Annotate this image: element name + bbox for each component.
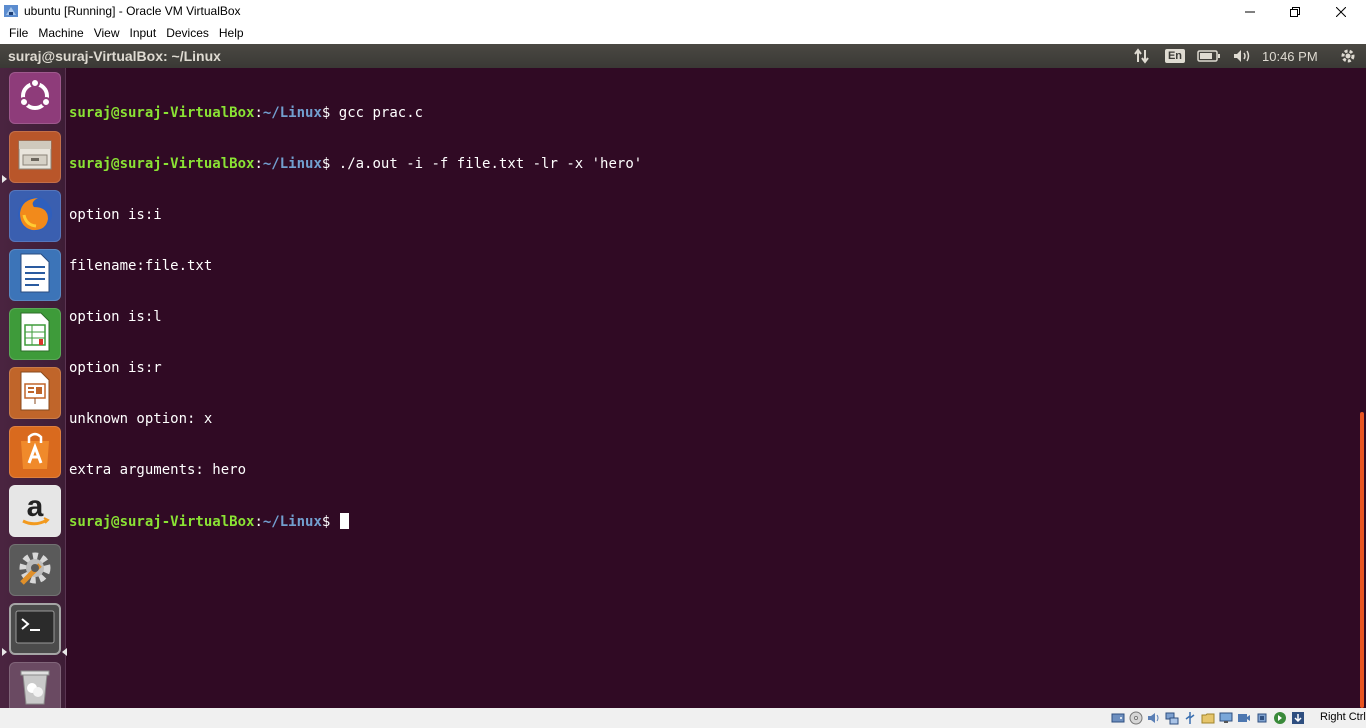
- launcher-files[interactable]: [9, 131, 61, 183]
- menu-help[interactable]: Help: [214, 23, 249, 44]
- running-indicator: [2, 175, 7, 183]
- prompt-separator: :: [254, 156, 263, 172]
- menu-machine[interactable]: Machine: [33, 23, 88, 44]
- prompt-separator: :: [254, 105, 263, 121]
- restore-button[interactable]: [1272, 0, 1318, 23]
- amazon-icon: a: [17, 489, 53, 534]
- prompt-symbol: $: [321, 105, 331, 121]
- shared-folders-icon[interactable]: [1200, 710, 1216, 726]
- terminal-line: suraj@suraj-VirtualBox:~/Linux$ ./a.out …: [69, 156, 1359, 173]
- output-line: option is:r: [69, 360, 162, 376]
- launcher-system-settings[interactable]: [9, 544, 61, 596]
- output-line: option is:i: [69, 207, 162, 223]
- usb-icon[interactable]: [1182, 710, 1198, 726]
- status-icons: [1110, 710, 1306, 726]
- terminal-line: suraj@suraj-VirtualBox:~/Linux$ gcc prac…: [69, 105, 1359, 122]
- launcher-terminal[interactable]: [9, 603, 61, 655]
- output-line: option is:l: [69, 309, 162, 325]
- unity-launcher: a: [0, 68, 67, 708]
- minimize-button[interactable]: [1227, 0, 1273, 23]
- guest-screen: suraj@suraj-VirtualBox: ~/Linux En 10:46…: [0, 44, 1366, 708]
- terminal-icon: [14, 609, 56, 650]
- svg-text:a: a: [27, 490, 44, 523]
- command-text: ./a.out -i -f file.txt -lr -x 'hero': [338, 156, 643, 172]
- clock[interactable]: 10:46 PM: [1262, 47, 1332, 65]
- close-button[interactable]: [1318, 0, 1364, 23]
- session-gear-icon[interactable]: [1338, 47, 1358, 65]
- libreoffice-impress-icon: [17, 370, 53, 417]
- prompt-symbol: $: [321, 514, 331, 530]
- libreoffice-writer-icon: [17, 252, 53, 299]
- terminal-output[interactable]: suraj@suraj-VirtualBox:~/Linux$ gcc prac…: [69, 71, 1359, 701]
- keyboard-language-indicator[interactable]: En: [1164, 47, 1186, 65]
- launcher-amazon[interactable]: a: [9, 485, 61, 537]
- host-status-bar: Right Ctrl: [0, 708, 1366, 728]
- system-settings-icon: [14, 547, 56, 594]
- prompt-path: ~/Linux: [262, 514, 322, 530]
- display-icon[interactable]: [1218, 710, 1234, 726]
- menu-input[interactable]: Input: [125, 23, 162, 44]
- trash-icon: [17, 666, 53, 709]
- launcher-impress[interactable]: [9, 367, 61, 419]
- menu-view[interactable]: View: [89, 23, 125, 44]
- active-window-title: suraj@suraj-VirtualBox: ~/Linux: [8, 48, 221, 64]
- terminal-cursor: [339, 513, 349, 529]
- output-line: extra arguments: hero: [69, 462, 247, 478]
- launcher-calc[interactable]: [9, 308, 61, 360]
- launcher-dash[interactable]: [9, 72, 61, 124]
- files-icon: [15, 135, 55, 180]
- ubuntu-top-panel: suraj@suraj-VirtualBox: ~/Linux En 10:46…: [0, 44, 1366, 68]
- prompt-user-host: suraj@suraj-VirtualBox: [69, 105, 255, 121]
- optical-drive-icon[interactable]: [1128, 710, 1144, 726]
- host-key-label: Right Ctrl: [1320, 711, 1366, 723]
- hard-disk-icon[interactable]: [1110, 710, 1126, 726]
- scrollbar-thumb[interactable]: [1360, 412, 1364, 708]
- host-menu-bar: File Machine View Input Devices Help: [0, 23, 1366, 44]
- libreoffice-calc-icon: [17, 311, 53, 358]
- launcher-writer[interactable]: [9, 249, 61, 301]
- cpu-icon[interactable]: [1254, 710, 1270, 726]
- prompt-user-host: suraj@suraj-VirtualBox: [69, 514, 255, 530]
- launcher-firefox[interactable]: [9, 190, 61, 242]
- keyboard-capture-icon[interactable]: [1290, 710, 1306, 726]
- prompt-separator: :: [254, 514, 263, 530]
- running-indicator: [2, 648, 7, 656]
- host-window-title: ubuntu [Running] - Oracle VM VirtualBox: [24, 4, 241, 18]
- host-title-bar: ubuntu [Running] - Oracle VM VirtualBox: [0, 0, 1366, 23]
- network-adapter-icon[interactable]: [1164, 710, 1180, 726]
- terminal-scrollbar[interactable]: [1359, 68, 1366, 708]
- audio-icon[interactable]: [1146, 710, 1162, 726]
- launcher-trash[interactable]: [9, 662, 61, 708]
- output-line: filename:file.txt: [69, 258, 213, 274]
- terminal-line: suraj@suraj-VirtualBox:~/Linux$: [69, 513, 1359, 530]
- prompt-symbol: $: [321, 156, 331, 172]
- battery-icon[interactable]: [1196, 47, 1222, 65]
- launcher-software-center[interactable]: [9, 426, 61, 478]
- mouse-integration-icon[interactable]: [1272, 710, 1288, 726]
- menu-file[interactable]: File: [4, 23, 33, 44]
- video-capture-icon[interactable]: [1236, 710, 1252, 726]
- virtualbox-app-icon: [3, 3, 19, 19]
- command-text: gcc prac.c: [338, 105, 424, 121]
- output-line: unknown option: x: [69, 411, 213, 427]
- prompt-user-host: suraj@suraj-VirtualBox: [69, 156, 255, 172]
- active-indicator: [62, 648, 67, 656]
- prompt-path: ~/Linux: [262, 105, 322, 121]
- volume-icon[interactable]: [1230, 47, 1254, 65]
- firefox-icon: [14, 193, 56, 240]
- prompt-path: ~/Linux: [262, 156, 322, 172]
- language-label: En: [1164, 49, 1186, 63]
- software-center-icon: [15, 429, 55, 476]
- menu-devices[interactable]: Devices: [161, 23, 214, 44]
- network-icon[interactable]: [1132, 47, 1152, 65]
- ubuntu-dash-icon: [16, 77, 54, 120]
